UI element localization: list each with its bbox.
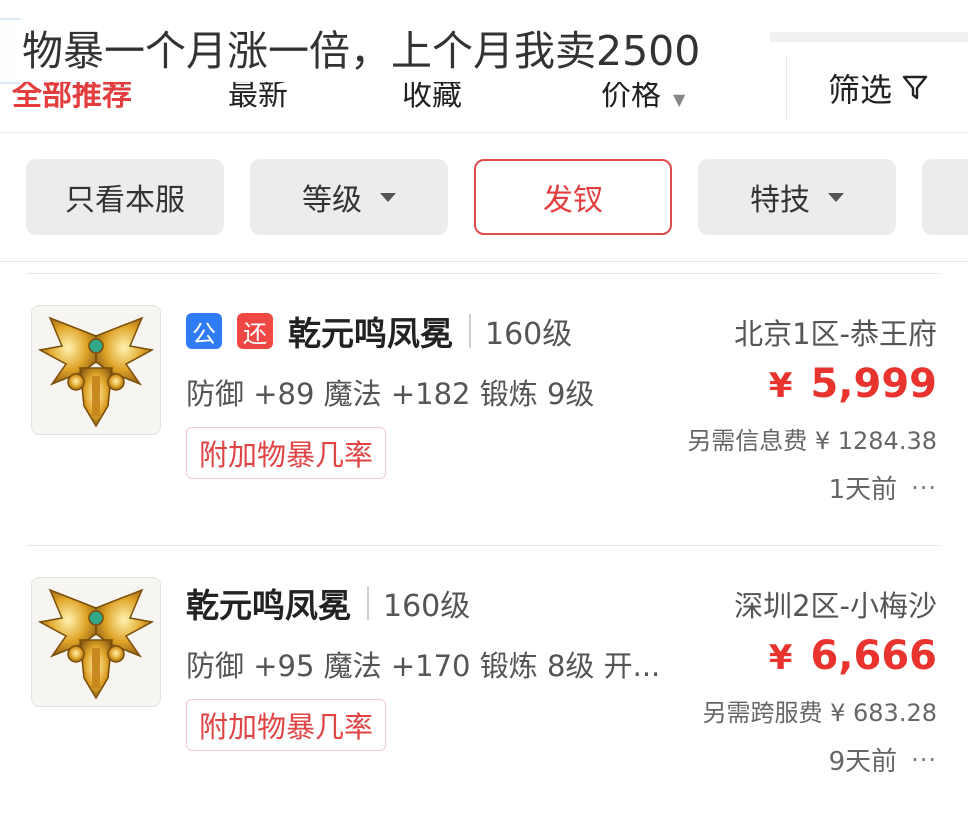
server-name: 深圳2区-小梅沙 xyxy=(734,589,937,623)
chip-more[interactable] xyxy=(922,159,968,235)
filter-label: 筛选 xyxy=(827,71,892,109)
price: ¥6,666 xyxy=(769,633,937,679)
caption-strip xyxy=(770,32,968,42)
price: ¥5,999 xyxy=(769,361,937,407)
dropdown-arrow-icon xyxy=(380,192,396,202)
title-row: 公 还 乾元鸣凤冕 160级 xyxy=(186,307,572,355)
item-stats: 防御 +89 魔法 +182 锻炼 9级 xyxy=(186,377,595,411)
divider xyxy=(367,586,369,620)
funnel-icon xyxy=(902,75,928,100)
price-value: 5,999 xyxy=(810,361,937,407)
divider xyxy=(469,314,471,348)
chip-hairpin[interactable]: 发钗 xyxy=(474,159,672,235)
tab-price-label: 价格 xyxy=(601,78,661,113)
time-label: 9天前 xyxy=(828,747,898,777)
crown-item-icon xyxy=(32,578,160,706)
more-options-icon[interactable]: ··· xyxy=(911,474,937,502)
bargain-badge: 还 xyxy=(237,313,273,349)
item-name: 乾元鸣凤冕 xyxy=(186,586,351,625)
chip-label: 发钗 xyxy=(543,183,603,218)
listing-card[interactable]: 乾元鸣凤冕 160级 防御 +95 魔法 +170 锻炼 8级 开... 附加物… xyxy=(0,545,968,817)
time-label: 1天前 xyxy=(828,475,898,505)
currency-symbol: ¥ xyxy=(768,366,793,406)
more-options-icon[interactable]: ··· xyxy=(911,746,937,774)
item-thumbnail xyxy=(31,305,161,435)
chevron-down-icon: ▼ xyxy=(673,90,686,109)
divider xyxy=(26,545,940,546)
filter-button[interactable]: 筛选 xyxy=(786,56,968,120)
extra-fee: 另需跨服费 ¥ 683.28 xyxy=(702,699,937,727)
crown-item-icon xyxy=(32,306,160,434)
chip-same-server[interactable]: 只看本服 xyxy=(26,159,224,235)
extra-fee: 另需信息费 ¥ 1284.38 xyxy=(687,427,937,455)
title-row: 乾元鸣凤冕 160级 xyxy=(186,579,470,627)
chip-label: 特技 xyxy=(750,183,810,218)
chip-label: 只看本服 xyxy=(65,183,185,218)
item-level: 160级 xyxy=(485,317,573,352)
overlay-caption: 物暴一个月涨一倍，上个月我卖2500 xyxy=(0,20,721,82)
item-name: 乾元鸣凤冕 xyxy=(288,314,453,353)
price-value: 6,666 xyxy=(810,633,937,679)
item-stats: 防御 +95 魔法 +170 锻炼 8级 开... xyxy=(186,649,661,683)
chip-label: 等级 xyxy=(302,183,362,218)
filter-chips: 只看本服 等级 发钗 特技 xyxy=(0,133,968,262)
public-badge: 公 xyxy=(186,313,222,349)
server-name: 北京1区-恭王府 xyxy=(734,317,937,351)
item-thumbnail xyxy=(31,577,161,707)
listing-card[interactable]: 公 还 乾元鸣凤冕 160级 防御 +89 魔法 +182 锻炼 9级 附加物暴… xyxy=(0,273,968,545)
listing-time: 1天前 ··· xyxy=(829,469,937,506)
currency-symbol: ¥ xyxy=(768,638,793,678)
listing-time: 9天前 ··· xyxy=(829,741,937,778)
divider xyxy=(26,273,940,274)
attribute-tag: 附加物暴几率 xyxy=(186,699,387,751)
chip-special-skill[interactable]: 特技 xyxy=(698,159,896,235)
dropdown-arrow-icon xyxy=(828,192,844,202)
sort-bar: 全部推荐 最新 收藏 价格 ▼ 筛选 物暴一个月涨一倍，上个月我卖2500 xyxy=(0,0,968,133)
chip-level[interactable]: 等级 xyxy=(250,159,448,235)
item-level: 160级 xyxy=(383,589,471,624)
attribute-tag: 附加物暴几率 xyxy=(186,427,387,479)
